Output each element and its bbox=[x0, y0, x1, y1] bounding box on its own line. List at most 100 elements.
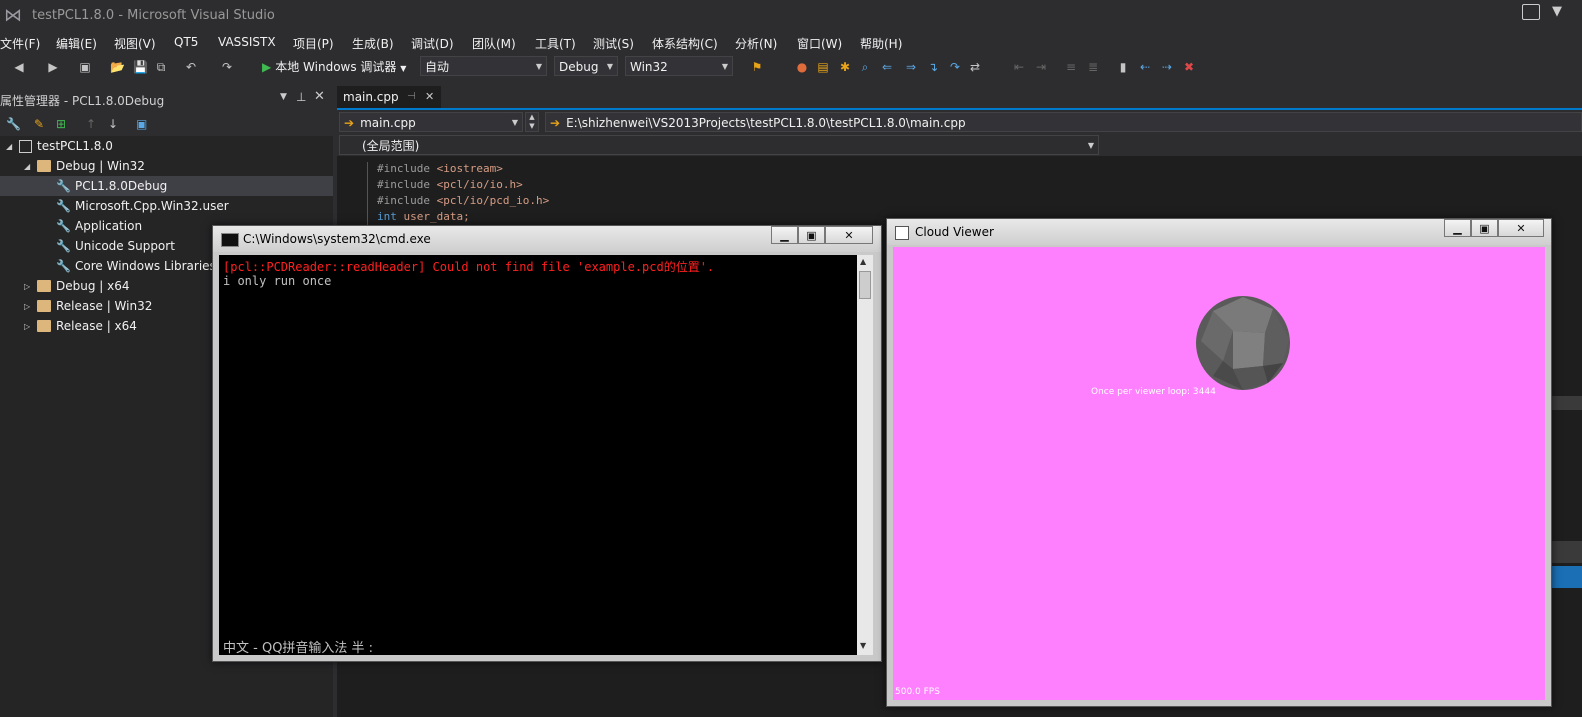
search-icon[interactable]: ⌕ bbox=[858, 60, 872, 74]
uncomment-icon[interactable]: ≣ bbox=[1086, 60, 1100, 74]
forward-icon[interactable]: ▶ bbox=[46, 60, 60, 74]
pin-icon[interactable]: ⊣ bbox=[407, 86, 416, 108]
open-file-icon[interactable]: 📂 bbox=[110, 60, 125, 74]
close-button[interactable]: ✕ bbox=[1498, 219, 1544, 237]
save-icon[interactable]: 💾 bbox=[133, 60, 148, 74]
code-line[interactable]: #include <pcl/io/io.h> bbox=[377, 178, 523, 191]
cmd-title-bar[interactable]: C:\Windows\system32\cmd.exe ▁ ▣ ✕ bbox=[213, 226, 881, 252]
redo-icon[interactable]: ↷ bbox=[220, 60, 234, 74]
filter-icon[interactable]: ▼ bbox=[1552, 4, 1562, 19]
tree-item-label: Debug | Win32 bbox=[56, 159, 145, 173]
add-existing-sheet-icon[interactable]: ⊞ bbox=[56, 118, 66, 130]
scroll-thumb[interactable] bbox=[859, 271, 871, 299]
menu-project[interactable]: 项目(P) bbox=[293, 35, 334, 52]
back-icon[interactable]: ◀ bbox=[12, 60, 26, 74]
collapse-arrow-icon[interactable]: ▷ bbox=[24, 277, 30, 297]
pin-icon[interactable]: ⊥ bbox=[296, 90, 306, 104]
new-project-icon[interactable]: ▣ bbox=[78, 60, 92, 74]
console-scrollbar[interactable]: ▲ ▼ bbox=[857, 255, 873, 655]
menu-help[interactable]: 帮助(H) bbox=[860, 35, 902, 52]
indent-icon[interactable]: ⇤ bbox=[1012, 60, 1026, 74]
menu-test[interactable]: 测试(S) bbox=[593, 35, 634, 52]
console-output[interactable]: [pcl::PCDReader::readHeader] Could not f… bbox=[219, 255, 857, 656]
arrow-left-icon[interactable]: ⇐ bbox=[880, 60, 894, 74]
move-up-icon[interactable]: ↑ bbox=[86, 118, 96, 130]
menu-qt5[interactable]: QT5 bbox=[174, 35, 198, 49]
find-icon[interactable]: ⚑ bbox=[750, 60, 764, 74]
maximize-button[interactable]: ▣ bbox=[1471, 219, 1498, 237]
menu-architecture[interactable]: 体系结构(C) bbox=[652, 35, 718, 52]
code-line[interactable]: #include <pcl/io/pcd_io.h> bbox=[377, 194, 549, 207]
outline-guide bbox=[367, 162, 368, 232]
breakpoint-icon[interactable]: ● bbox=[795, 60, 809, 74]
close-icon[interactable]: ✕ bbox=[314, 89, 325, 104]
cloud-viewer-title-bar[interactable]: Cloud Viewer ▁ ▣ ✕ bbox=[887, 219, 1551, 245]
solution-config-value: 自动 bbox=[425, 60, 450, 74]
path-dropdown[interactable]: ➔ E:\shizhenwei\VS2013Projects\testPCL1.8… bbox=[545, 112, 1582, 132]
build-config-dropdown[interactable]: Debug ▼ bbox=[554, 56, 618, 76]
menu-view[interactable]: 视图(V) bbox=[114, 35, 156, 52]
menu-window[interactable]: 窗口(W) bbox=[797, 35, 842, 52]
file-dropdown[interactable]: ➔ main.cpp ▼ bbox=[339, 112, 523, 132]
toggle-icon[interactable]: ⇄ bbox=[968, 60, 982, 74]
menu-edit[interactable]: 编辑(E) bbox=[56, 35, 97, 52]
step-into-icon[interactable]: ↴ bbox=[926, 60, 940, 74]
close-tab-icon[interactable]: ✕ bbox=[425, 86, 434, 108]
clear-bookmarks-icon[interactable]: ✖ bbox=[1182, 60, 1196, 74]
bookmark-icon[interactable]: ▮ bbox=[1116, 60, 1130, 74]
menu-debug[interactable]: 调试(D) bbox=[411, 35, 454, 52]
next-bookmark-icon[interactable]: ⇢ bbox=[1160, 60, 1174, 74]
tree-item-debug-win32[interactable]: ◢ Debug | Win32 bbox=[0, 156, 333, 176]
menu-build[interactable]: 生成(B) bbox=[352, 35, 394, 52]
maximize-button[interactable]: ▣ bbox=[798, 226, 825, 244]
minimize-button[interactable]: ▁ bbox=[1444, 219, 1471, 237]
properties-icon[interactable]: 🔧 bbox=[6, 118, 21, 130]
add-new-sheet-icon[interactable]: ✎ bbox=[34, 118, 44, 130]
tree-item-project[interactable]: ◢ testPCL1.8.0 bbox=[0, 136, 333, 156]
solution-config-dropdown[interactable]: 自动 ▼ bbox=[420, 56, 547, 76]
tree-item-pcl-debug[interactable]: 🔧 PCL1.8.0Debug bbox=[0, 176, 333, 196]
tree-item-label: Core Windows Libraries bbox=[75, 259, 216, 273]
collapse-arrow-icon[interactable]: ▷ bbox=[24, 317, 30, 337]
outdent-icon[interactable]: ⇥ bbox=[1034, 60, 1048, 74]
menu-tools[interactable]: 工具(T) bbox=[535, 35, 576, 52]
expand-arrow-icon[interactable]: ◢ bbox=[6, 137, 12, 157]
prev-bookmark-icon[interactable]: ⇠ bbox=[1138, 60, 1152, 74]
code-line[interactable]: int user_data; bbox=[377, 210, 470, 223]
menu-team[interactable]: 团队(M) bbox=[472, 35, 516, 52]
save-sheet-icon[interactable]: ▣ bbox=[136, 118, 147, 130]
comment-icon[interactable]: ≡ bbox=[1064, 60, 1078, 74]
arrow-right-icon[interactable]: ⇒ bbox=[904, 60, 918, 74]
feedback-icon[interactable] bbox=[1522, 4, 1540, 20]
menu-vassistx[interactable]: VASSISTX bbox=[218, 35, 276, 49]
chevron-down-icon: ▼ bbox=[721, 62, 728, 71]
expand-arrow-icon[interactable]: ◢ bbox=[24, 157, 30, 177]
start-debugging-button[interactable]: ▶ 本地 Windows 调试器 ▼ bbox=[262, 58, 406, 75]
save-all-icon[interactable]: ⧉ bbox=[154, 60, 168, 74]
viewer-canvas[interactable]: Once per viewer loop: 3444 500.0 FPS bbox=[893, 247, 1545, 700]
folder-icon[interactable]: ▤ bbox=[816, 60, 830, 74]
close-button[interactable]: ✕ bbox=[825, 226, 873, 244]
step-over-icon[interactable]: ↷ bbox=[948, 60, 962, 74]
platform-dropdown[interactable]: Win32 ▼ bbox=[625, 56, 733, 76]
tree-item-cpp-user[interactable]: 🔧 Microsoft.Cpp.Win32.user bbox=[0, 196, 333, 216]
minimize-button[interactable]: ▁ bbox=[771, 226, 798, 244]
cmd-title: C:\Windows\system32\cmd.exe bbox=[243, 232, 431, 246]
scroll-down-icon[interactable]: ▼ bbox=[860, 641, 866, 650]
code-line[interactable]: #include <iostream> bbox=[377, 162, 503, 175]
move-down-icon[interactable]: ↓ bbox=[108, 118, 118, 130]
collapse-arrow-icon[interactable]: ▷ bbox=[24, 297, 30, 317]
console-line: i only run once bbox=[223, 274, 332, 288]
tab-main-cpp[interactable]: main.cpp ⊣ ✕ bbox=[337, 86, 441, 108]
property-sheet-icon: 🔧 bbox=[56, 259, 71, 273]
directive: #include bbox=[377, 178, 437, 191]
panel-dropdown-icon[interactable]: ▼ bbox=[280, 92, 287, 102]
spin-button[interactable]: ▲ ▼ bbox=[525, 112, 539, 132]
undo-icon[interactable]: ↶ bbox=[184, 60, 198, 74]
lightbulb-icon[interactable]: ✱ bbox=[838, 60, 852, 74]
scope-bar: (全局范围) ▼ bbox=[337, 134, 1582, 156]
scope-dropdown[interactable]: (全局范围) ▼ bbox=[339, 135, 1099, 155]
menu-file[interactable]: 文件(F) bbox=[0, 35, 40, 52]
scroll-up-icon[interactable]: ▲ bbox=[860, 257, 866, 266]
menu-analyze[interactable]: 分析(N) bbox=[735, 35, 777, 52]
